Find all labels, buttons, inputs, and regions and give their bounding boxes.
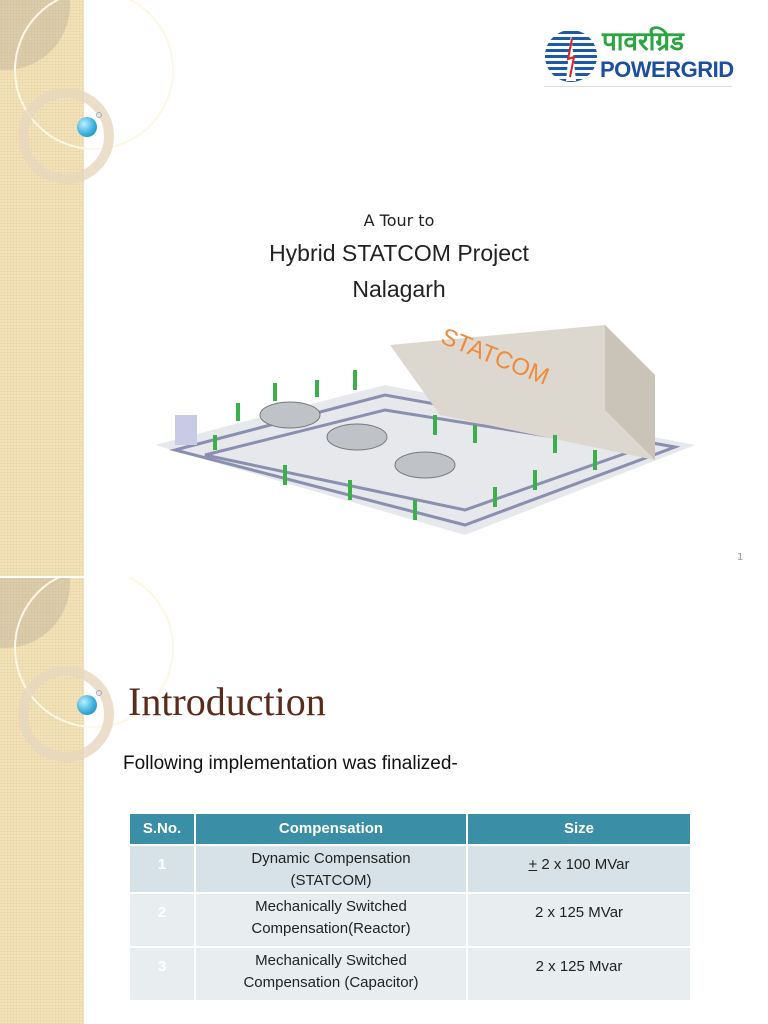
table-row: 1 Dynamic Compensation (STATCOM) + 2 x 10…: [130, 846, 692, 894]
logo-hindi-text: पावरग्रिड: [602, 27, 684, 57]
powergrid-globe-icon: [545, 31, 597, 82]
title-line-1: Hybrid STATCOM Project: [269, 240, 529, 266]
subtitle: A Tour to: [363, 211, 435, 230]
cell-size: 2 x 125 MVar: [468, 894, 692, 948]
decorative-sidebar: [0, 0, 174, 576]
size-value: 2 x 125 MVar: [534, 904, 624, 921]
table-row: 3 Mechanically Switched Compensation (Cap…: [130, 948, 692, 1002]
slide-1: पावरग्रिड POWERGRID A Tour to Hybrid STA…: [0, 0, 768, 576]
plus-minus-sign: +: [528, 856, 538, 873]
small-circle-icon: [96, 690, 102, 696]
title-line-2: Nalagarh: [352, 276, 446, 302]
lead-text: Following implementation was finalized-: [123, 753, 458, 774]
cell-size: 2 x 125 Mvar: [468, 948, 692, 1002]
compensation-line: Compensation (Capacitor): [243, 974, 419, 991]
slide-title: Introduction: [128, 679, 326, 724]
powergrid-logo: पावरग्रिड POWERGRID: [544, 27, 734, 87]
decorative-sidebar: [0, 578, 174, 1024]
statcom-rendering: STATCOM: [155, 325, 695, 535]
size-value: 2 x 100 MVar: [537, 856, 630, 873]
table-row: 2 Mechanically Switched Compensation(Reac…: [130, 894, 692, 948]
small-circle-icon: [96, 112, 102, 118]
compensation-line: Mechanically Switched: [255, 952, 407, 969]
blue-ball-icon: [77, 117, 97, 137]
cell-size: + 2 x 100 MVar: [468, 846, 692, 894]
cell-sno: 3: [130, 948, 196, 1002]
cell-compensation: Dynamic Compensation (STATCOM): [196, 846, 468, 894]
table-header-row: S.No. Compensation Size: [130, 814, 692, 846]
cell-sno: 1: [130, 846, 196, 894]
header-size: Size: [468, 814, 692, 846]
logo-english-text: POWERGRID: [600, 57, 734, 82]
slide-2: Introduction Following implementation wa…: [0, 578, 768, 1024]
compensation-line: Dynamic Compensation: [251, 850, 411, 867]
compensation-line: (STATCOM): [290, 872, 372, 889]
compensation-line: Mechanically Switched: [255, 898, 407, 915]
compensation-line: Compensation(Reactor): [251, 920, 411, 937]
cell-compensation: Mechanically Switched Compensation(Reacto…: [196, 894, 468, 948]
page-number: 1: [737, 552, 744, 563]
cell-sno: 2: [130, 894, 196, 948]
header-sno: S.No.: [130, 814, 196, 846]
compensation-table: S.No. Compensation Size 1 Dynamic Compen…: [130, 814, 692, 1002]
header-compensation: Compensation: [196, 814, 468, 846]
size-value: 2 x 125 Mvar: [535, 958, 623, 975]
blue-ball-icon: [77, 695, 97, 715]
cell-compensation: Mechanically Switched Compensation (Capac…: [196, 948, 468, 1002]
